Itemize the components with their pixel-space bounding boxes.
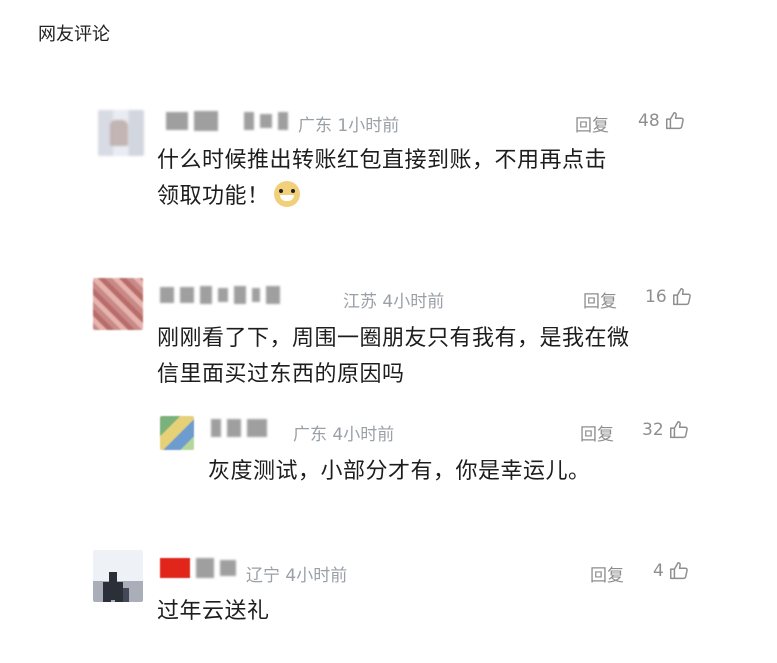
- region-time: 江苏 4小时前: [343, 292, 445, 312]
- thumbs-up-icon: [665, 112, 684, 130]
- region-time: 广东 4小时前: [293, 425, 395, 445]
- comment-text: 刚刚看了下，周围一圈朋友只有我有，是我在微 信里面买过东西的原因吗: [157, 321, 717, 393]
- like-button[interactable]: 48: [638, 110, 686, 132]
- like-count: 32: [642, 420, 664, 440]
- reply-button[interactable]: 回复: [575, 111, 609, 136]
- comment-text: 过年云送礼: [157, 594, 557, 630]
- comment-text: 灰度测试，小部分才有，你是幸运儿。: [208, 454, 708, 490]
- like-count: 16: [645, 287, 667, 307]
- region-time: 辽宁 4小时前: [246, 566, 348, 586]
- avatar[interactable]: [93, 278, 143, 330]
- thumbs-up-icon: [669, 421, 688, 439]
- page-title: 网友评论: [38, 24, 110, 45]
- comment-text-line-2: 信里面买过东西的原因吗: [157, 362, 405, 387]
- avatar[interactable]: [93, 550, 143, 602]
- comment-text-line: 刚刚看了下，周围一圈朋友只有我有，是我在微: [157, 326, 630, 351]
- like-button[interactable]: 4: [653, 560, 690, 582]
- nickname-blurred[interactable]: [166, 111, 288, 131]
- nickname-blurred[interactable]: [160, 286, 280, 304]
- reply-button[interactable]: 回复: [590, 561, 624, 586]
- avatar[interactable]: [98, 110, 144, 156]
- comment-text-line: 灰度测试，小部分才有，你是幸运儿。: [208, 459, 591, 484]
- nickname-blurred[interactable]: [211, 419, 267, 437]
- comment-text-line-2: 领取功能！: [157, 179, 717, 215]
- thumbs-up-icon: [669, 562, 688, 580]
- comment-text-line: 过年云送礼: [157, 599, 270, 624]
- like-button[interactable]: 16: [645, 286, 693, 308]
- avatar[interactable]: [160, 416, 194, 450]
- like-count: 4: [653, 561, 664, 581]
- comment-text: 什么时候推出转账红包直接到账，不用再点击 领取功能！: [157, 143, 717, 215]
- thumbs-up-icon: [672, 288, 691, 306]
- comment-text-line: 什么时候推出转账红包直接到账，不用再点击: [157, 148, 608, 173]
- region-time: 广东 1小时前: [298, 116, 400, 136]
- reply-button[interactable]: 回复: [583, 287, 617, 312]
- doge-emoji-icon: [273, 181, 300, 207]
- like-button[interactable]: 32: [642, 419, 690, 441]
- reply-button[interactable]: 回复: [580, 420, 614, 445]
- like-count: 48: [638, 111, 660, 131]
- nickname-blurred[interactable]: [160, 558, 236, 578]
